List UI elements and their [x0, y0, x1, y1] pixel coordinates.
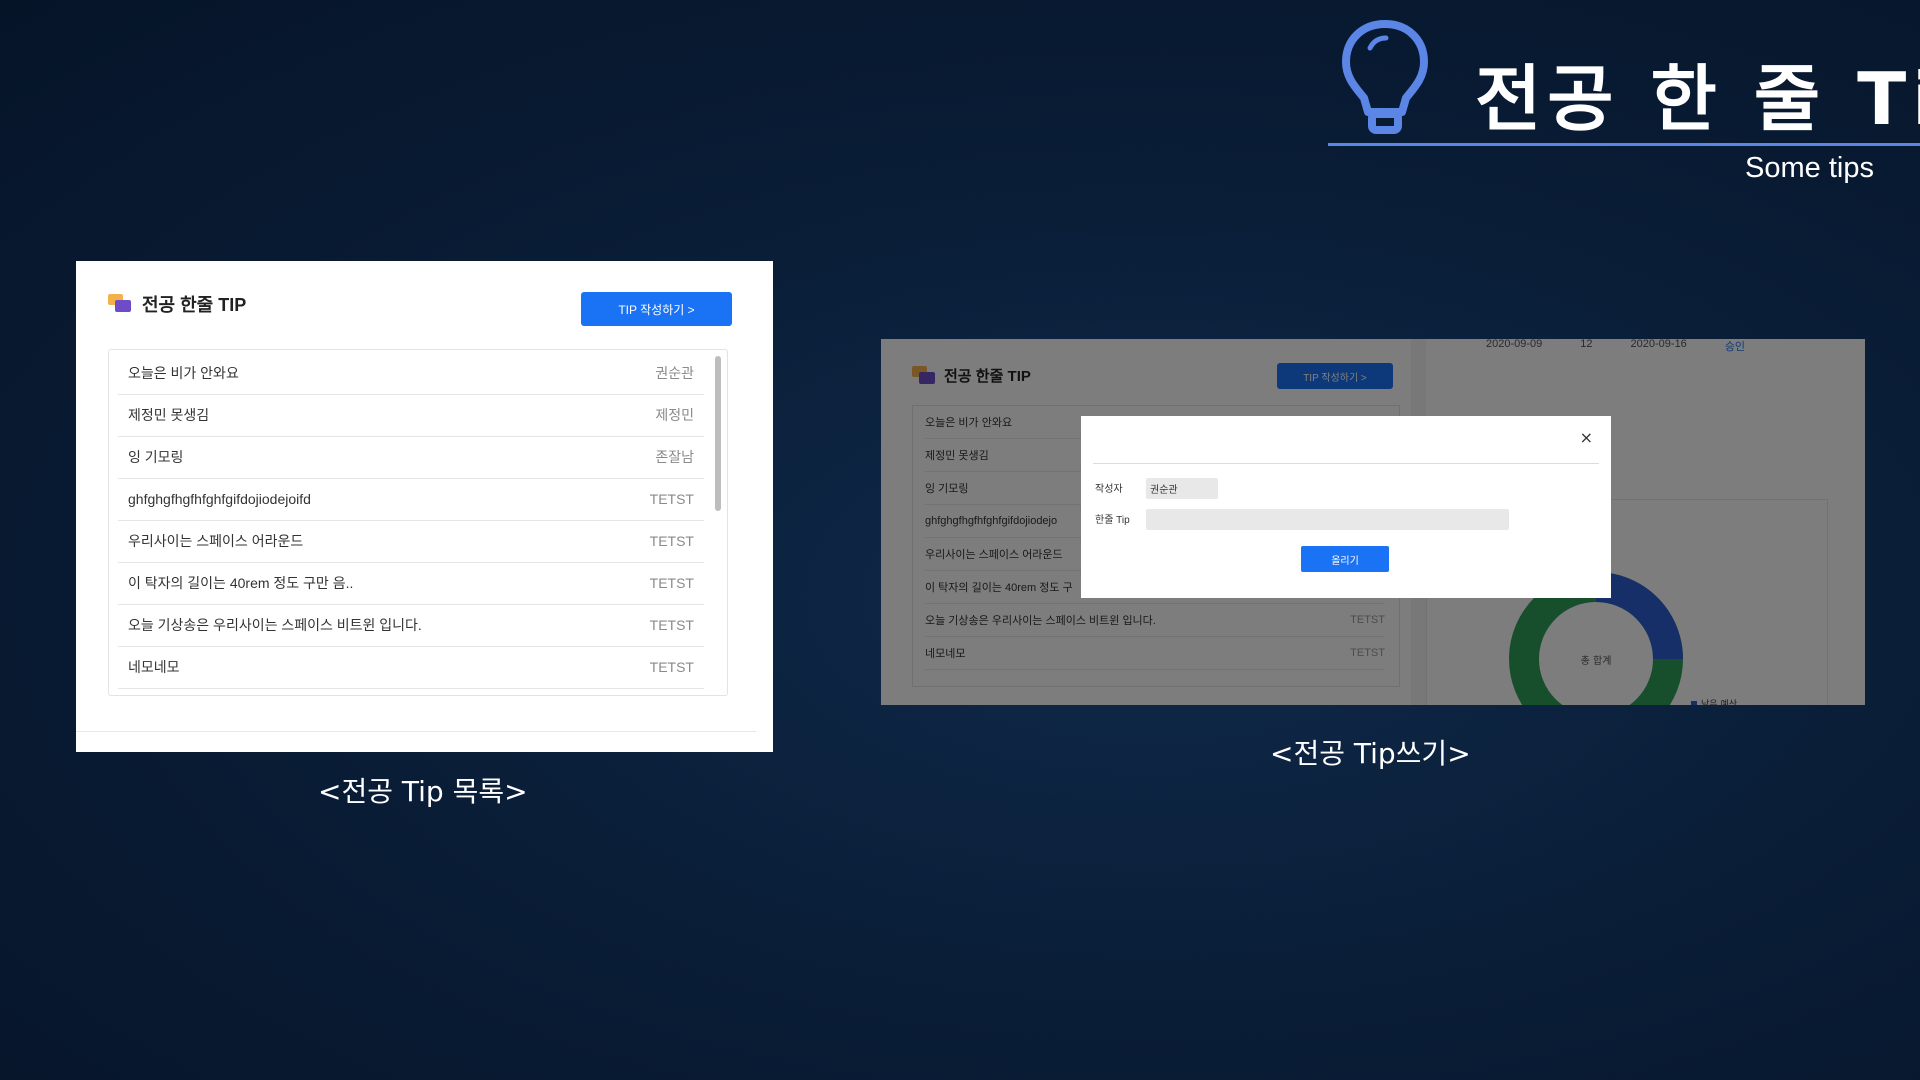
tip-write-screenshot: 전공 한줄 TIP TIP 작성하기 > 오늘은 비가 안와요 제정민 못생김 … [881, 339, 1865, 705]
list-item[interactable]: 제정민 못생김 제정민 [118, 394, 704, 437]
slide-title: 전공 한 줄 Tip [1475, 57, 1920, 141]
author-label: 작성자 [1095, 484, 1123, 495]
list-item[interactable]: ghfghgfhgfhfghfgifdojiodejoifd TETST [118, 478, 704, 521]
list-item[interactable]: 잉 기모링 존잘남 [118, 436, 704, 479]
card-bottom-divider [76, 731, 756, 732]
list-caption: <전공 Tip 목록> [318, 775, 528, 808]
write-tip-modal: × 작성자 권순관 한줄 Tip 올리기 [1081, 416, 1611, 598]
write-caption: <전공 Tip쓰기> [1270, 737, 1471, 770]
modal-divider [1093, 463, 1599, 464]
list-item[interactable]: 우리사이는 스페이스 어라운드 TETST [118, 520, 704, 563]
title-underline [1328, 143, 1920, 146]
list-item[interactable]: 오늘 기상송은 우리사이는 스페이스 비트윈 입니다.TETST [118, 604, 704, 647]
tip-list: 오늘은 비가 안와요 권순관 제정민 못생김 제정민 잉 기모링 존잘남 ghfghg… [108, 349, 728, 696]
tip-list-screenshot: 전공 한줄 TIP TIP 작성하기 > 오늘은 비가 안와요 권순관 제정민 못… [76, 261, 773, 752]
list-item[interactable]: 이 탁자의 길이는 40rem 정도 구만 음.. TETST [118, 562, 704, 605]
list-item[interactable]: 오늘은 비가 안와요 권순관 [118, 352, 704, 395]
tip-label: 한줄 Tip [1095, 515, 1130, 526]
write-tip-button[interactable]: TIP 작성하기 > [581, 292, 732, 326]
list-title: 전공 한줄 TIP [142, 295, 247, 315]
list-header: 전공 한줄 TIP [108, 291, 246, 317]
list-scrollbar[interactable] [715, 356, 721, 511]
chat-bubbles-icon [108, 294, 132, 314]
tip-input[interactable] [1146, 509, 1509, 530]
lightbulb-icon [1342, 20, 1428, 134]
close-icon[interactable]: × [1580, 428, 1593, 447]
slide-subtitle: Some tips [1745, 152, 1874, 184]
list-item[interactable]: 네모네모TETST [118, 646, 704, 689]
submit-button[interactable]: 올리기 [1301, 546, 1389, 572]
author-field[interactable]: 권순관 [1146, 478, 1218, 499]
